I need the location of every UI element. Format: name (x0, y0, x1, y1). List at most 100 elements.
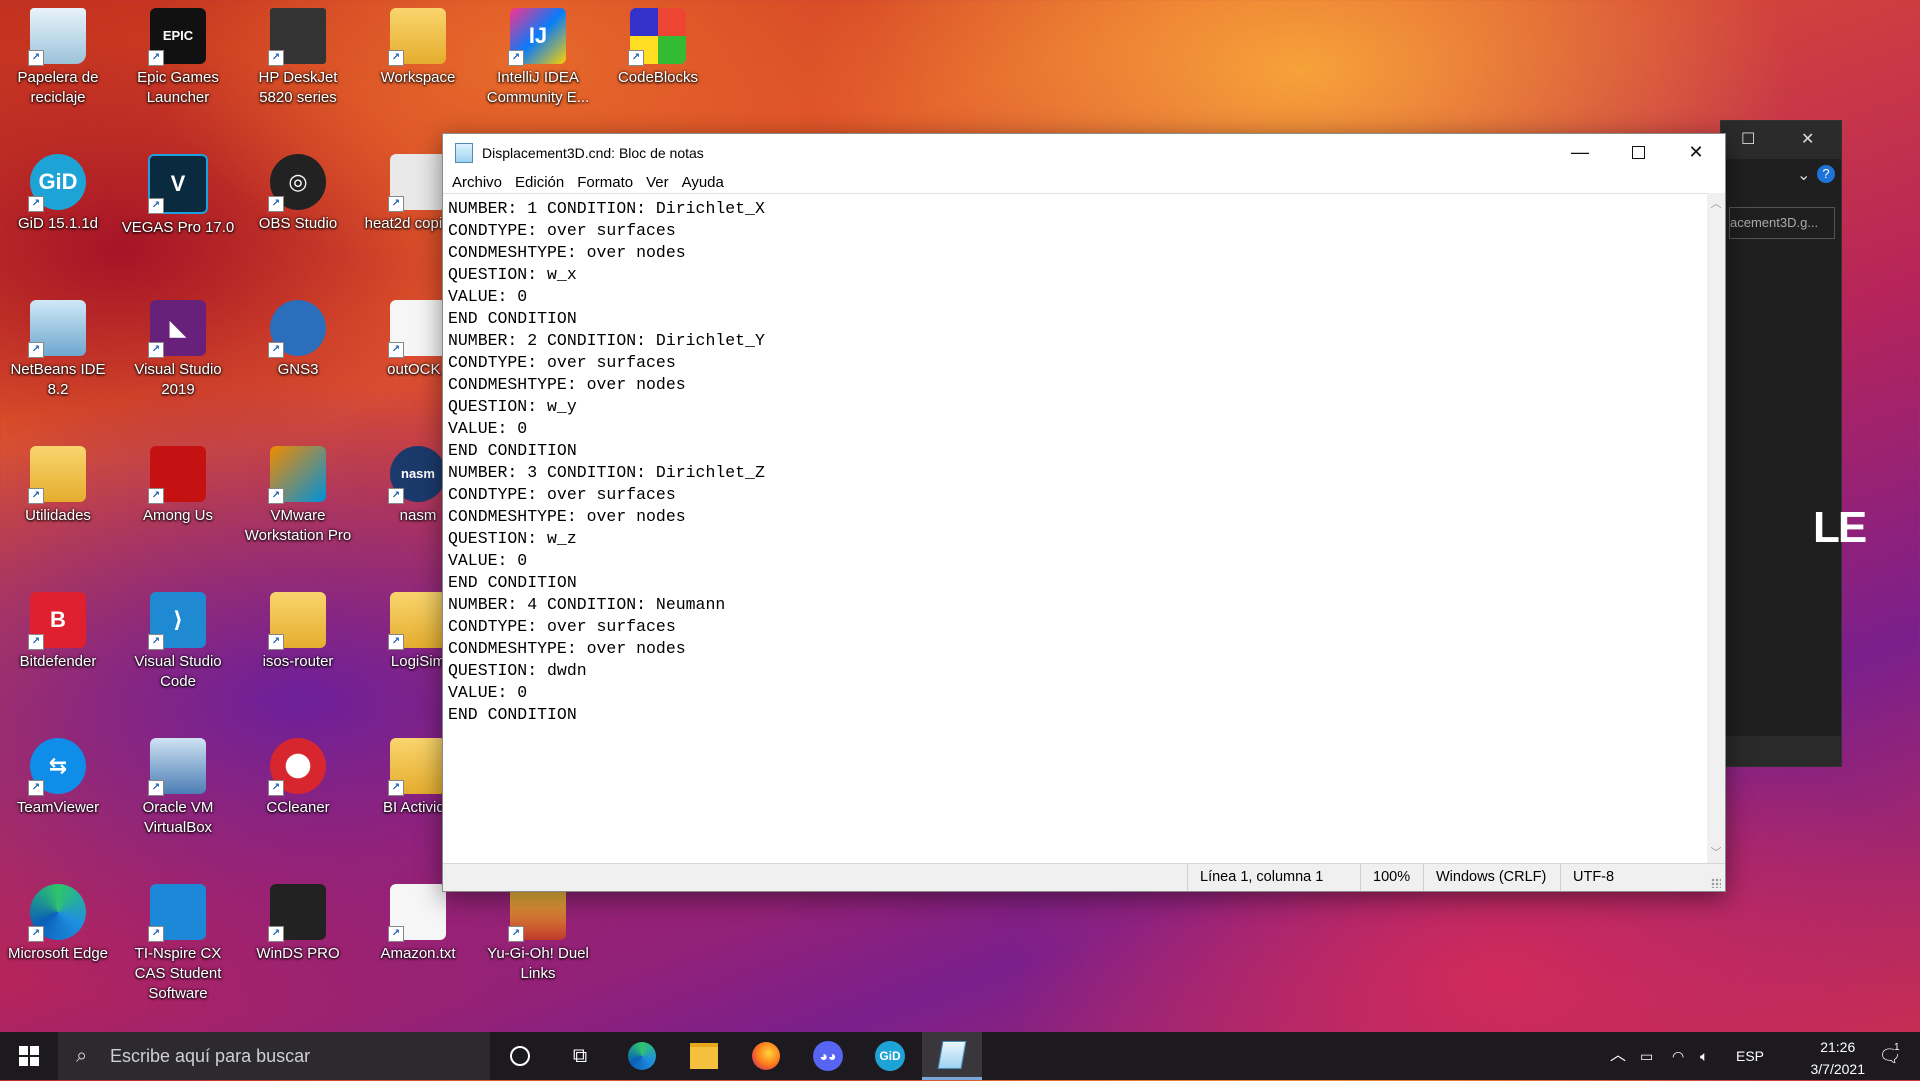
language-indicator[interactable]: ESP (1736, 1032, 1764, 1080)
clock-time: 21:26 (1820, 1039, 1856, 1055)
vertical-scrollbar[interactable]: ︿ ﹀ (1707, 193, 1725, 864)
desktop-icon[interactable]: ⇆ ↗ TeamViewer (0, 730, 116, 818)
desktop-icon[interactable]: ↗ HP DeskJet 5820 series (240, 0, 356, 108)
volume-icon[interactable]: 🔈︎ (1700, 1032, 1708, 1080)
desktop-icon[interactable]: ⟩ ↗ Visual Studio Code (120, 584, 236, 692)
teamviewer-icon: ⇆ ↗ (28, 738, 86, 796)
scroll-up-icon[interactable]: ︿ (1707, 195, 1725, 213)
firefox-icon (752, 1042, 780, 1070)
desktop-icon[interactable]: B ↗ Bitdefender (0, 584, 116, 672)
search-box[interactable]: ⌕ Escribe aquí para buscar (58, 1032, 490, 1080)
desktop-icon[interactable]: ↗ TI-Nspire CX CAS Student Software (120, 876, 236, 1004)
desktop-icon[interactable]: ↗ Papelera de reciclaje (0, 0, 116, 108)
shortcut-arrow-icon: ↗ (148, 634, 164, 650)
desktop-icon[interactable]: ↗ WinDS PRO (240, 876, 356, 964)
maximize-icon[interactable]: ☐ (1741, 129, 1755, 149)
taskbar-file-explorer[interactable] (674, 1032, 734, 1080)
task-view-button[interactable]: ⧉ (550, 1032, 610, 1080)
taskbar-firefox[interactable] (736, 1032, 796, 1080)
shortcut-arrow-icon: ↗ (388, 926, 404, 942)
close-button[interactable]: ✕ (1667, 134, 1725, 171)
desktop-icon[interactable]: ↗ Oracle VM VirtualBox (120, 730, 236, 838)
edge-icon (628, 1042, 656, 1070)
shortcut-arrow-icon: ↗ (28, 780, 44, 796)
taskbar-gid[interactable]: GiD (860, 1032, 920, 1080)
shortcut-arrow-icon: ↗ (388, 196, 404, 212)
background-app-window[interactable]: ☐ ✕ ⌄ ? acement3D.g... LE (1720, 120, 1867, 767)
notepad-icon (937, 1040, 967, 1069)
desktop-icon-label: IntelliJ IDEA Community E... (486, 69, 590, 106)
desktop-icon-label: OBS Studio (258, 215, 338, 232)
shortcut-arrow-icon: ↗ (268, 488, 284, 504)
desktop-icon-label: Visual Studio 2019 (134, 361, 222, 398)
vscode-icon: ⟩ ↗ (148, 592, 206, 650)
epic-games-icon: EPIC ↗ (148, 8, 206, 66)
desktop-icon[interactable]: ↗ Microsoft Edge (0, 876, 116, 964)
virtualbox-icon: ↗ (148, 738, 206, 796)
desktop-icon-label: isos-router (262, 653, 334, 670)
cortana-icon (510, 1046, 530, 1066)
desktop-icon[interactable]: V ↗ VEGAS Pro 17.0 (120, 146, 236, 238)
background-tab[interactable]: acement3D.g... (1729, 207, 1835, 239)
text-editor[interactable]: NUMBER: 1 CONDITION: Dirichlet_X CONDTYP… (443, 193, 1707, 864)
shortcut-arrow-icon: ↗ (148, 50, 164, 66)
title-bar[interactable]: Displacement3D.cnd: Bloc de notas — ✕ (443, 134, 1725, 171)
desktop-icon-label: TI-Nspire CX CAS Student Software (134, 945, 222, 1002)
desktop-icon[interactable]: IJ ↗ IntelliJ IDEA Community E... (480, 0, 596, 108)
menu-formato[interactable]: Formato (577, 174, 633, 191)
visual-studio-icon: ◣ ↗ (148, 300, 206, 358)
recycle-bin-icon: ↗ (28, 8, 86, 66)
desktop-icon-label: Yu-Gi-Oh! Duel Links (487, 945, 589, 982)
desktop-icon-label: CodeBlocks (617, 69, 699, 86)
desktop-icon[interactable]: ↗ VMware Workstation Pro (240, 438, 356, 546)
shortcut-arrow-icon: ↗ (628, 50, 644, 66)
desktop-icon[interactable]: EPIC ↗ Epic Games Launcher (120, 0, 236, 108)
start-button[interactable] (0, 1032, 58, 1080)
desktop-icon-label: Visual Studio Code (134, 653, 222, 690)
nasm-icon: nasm ↗ (388, 446, 446, 504)
taskbar-discord[interactable]: ◕◕ (798, 1032, 858, 1080)
taskbar: ⌕ Escribe aquí para buscar ⧉ ◕◕ GiD ︿ ▭ … (0, 1032, 1920, 1080)
resize-grip[interactable] (1711, 878, 1721, 888)
text-file-icon: ↗ (388, 884, 446, 942)
taskbar-edge[interactable] (612, 1032, 672, 1080)
desktop-icon[interactable]: GiD ↗ GiD 15.1.1d (0, 146, 116, 234)
ccleaner-icon: ↗ (268, 738, 326, 796)
shortcut-arrow-icon: ↗ (268, 634, 284, 650)
chevron-down-icon[interactable]: ⌄ (1797, 165, 1810, 185)
desktop-icon-label: CCleaner (266, 799, 330, 816)
desktop-icon[interactable]: ↗ isos-router (240, 584, 356, 672)
maximize-button[interactable] (1609, 134, 1667, 171)
desktop-icon[interactable]: ↗ Utilidades (0, 438, 116, 526)
chevron-up-icon[interactable]: ︿ (1610, 1032, 1626, 1080)
desktop-icon[interactable]: ◎ ↗ OBS Studio (240, 146, 356, 234)
desktop-icon[interactable]: ↗ CCleaner (240, 730, 356, 818)
cortana-button[interactable] (490, 1032, 550, 1080)
taskbar-notepad[interactable] (922, 1032, 982, 1080)
desktop-icon[interactable]: ↗ Yu-Gi-Oh! Duel Links (480, 876, 596, 984)
desktop-icon[interactable]: ↗ NetBeans IDE 8.2 (0, 292, 116, 400)
desktop-icon[interactable]: ↗ Among Us (120, 438, 236, 526)
clock[interactable]: 21:26 3/7/2021 (1811, 1038, 1866, 1078)
wifi-icon[interactable]: ◠ (1672, 1032, 1684, 1080)
desktop-icon[interactable]: ↗ Workspace (360, 0, 476, 88)
menu-ayuda[interactable]: Ayuda (682, 174, 724, 191)
desktop-icon[interactable]: ◣ ↗ Visual Studio 2019 (120, 292, 236, 400)
desktop-icon-label: HP DeskJet 5820 series (258, 69, 338, 106)
minimize-button[interactable]: — (1551, 134, 1609, 171)
maximize-icon (1631, 146, 1645, 159)
menu-ver[interactable]: Ver (646, 174, 669, 191)
menu-edicion[interactable]: Edición (515, 174, 564, 191)
battery-icon[interactable]: ▭ (1640, 1032, 1653, 1080)
clock-date: 3/7/2021 (1810, 1061, 1866, 1077)
help-icon[interactable]: ? (1817, 165, 1835, 183)
scroll-down-icon[interactable]: ﹀ (1707, 844, 1725, 862)
desktop-icon[interactable]: ↗ GNS3 (240, 292, 356, 380)
close-icon[interactable]: ✕ (1801, 129, 1814, 149)
notepad-window[interactable]: Displacement3D.cnd: Bloc de notas — ✕ Ar… (442, 133, 1726, 892)
desktop-icon[interactable]: ↗ CodeBlocks (600, 0, 716, 88)
menu-archivo[interactable]: Archivo (452, 174, 502, 191)
minimize-icon: — (1571, 142, 1589, 162)
desktop-icon-label: NetBeans IDE 8.2 (10, 361, 106, 398)
notification-button[interactable]: 🗨︎ 1 (1870, 1032, 1910, 1080)
